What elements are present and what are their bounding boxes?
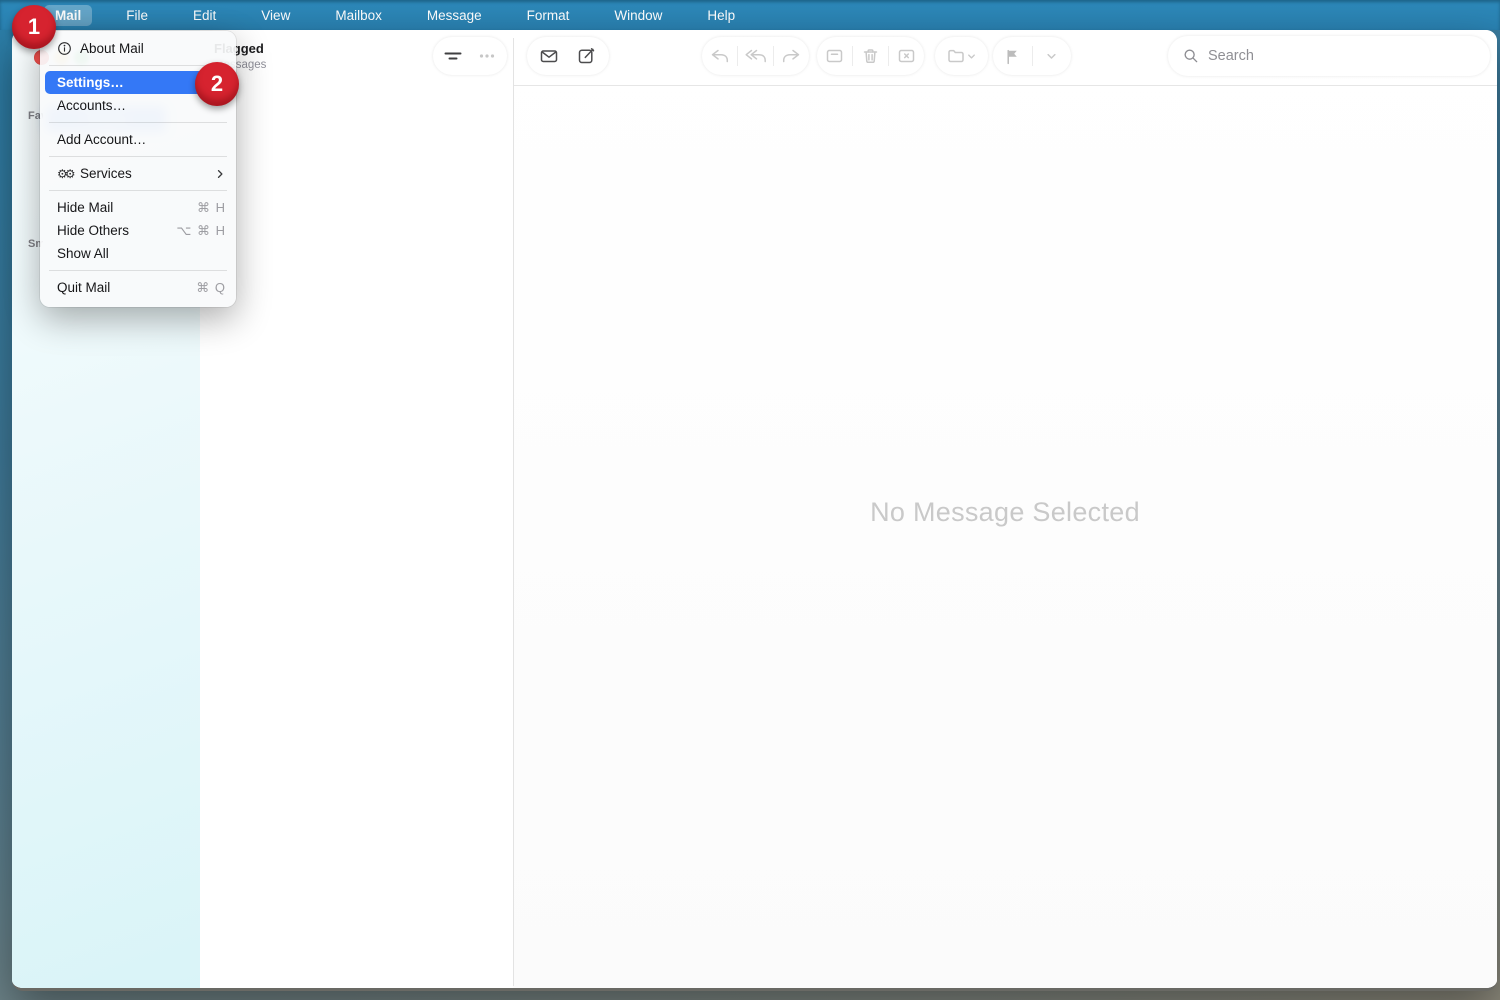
- compose-button[interactable]: [572, 41, 602, 71]
- reply-actions-group: [702, 37, 809, 75]
- menu-bar: Mail File Edit View Mailbox Message Form…: [0, 0, 1500, 30]
- flag-icon: [1003, 47, 1022, 66]
- menu-item-show-all[interactable]: Show All: [40, 242, 236, 265]
- move-to-folder-button[interactable]: [943, 41, 981, 71]
- menu-divider: [49, 122, 227, 123]
- divider: [852, 46, 853, 66]
- menu-divider: [49, 270, 227, 271]
- menu-item-quit-mail[interactable]: Quit Mail ⌘ Q: [40, 276, 236, 299]
- reply-all-button[interactable]: [741, 41, 771, 71]
- gears-icon: ⚙⚙: [57, 167, 80, 181]
- flag-button[interactable]: [997, 41, 1027, 71]
- chevron-down-icon: [966, 51, 977, 62]
- envelope-icon: [538, 46, 560, 66]
- menu-shortcut: ⌥ ⌘ H: [176, 223, 226, 239]
- menubar-item-view[interactable]: View: [250, 5, 301, 26]
- reply-all-icon: [744, 46, 767, 66]
- menu-divider: [49, 190, 227, 191]
- trash-button[interactable]: [856, 41, 886, 71]
- search-field[interactable]: [1168, 36, 1490, 76]
- flag-actions-group: [993, 37, 1071, 75]
- menubar-item-edit[interactable]: Edit: [182, 5, 227, 26]
- forward-icon: [780, 46, 803, 66]
- get-mail-button[interactable]: [534, 41, 564, 71]
- message-list-pane: [200, 30, 513, 988]
- menu-item-label: Quit Mail: [57, 280, 110, 295]
- chevron-right-icon: [214, 168, 226, 180]
- empty-state-text: No Message Selected: [870, 497, 1140, 528]
- menubar-item-help[interactable]: Help: [696, 5, 746, 26]
- step-2-badge: 2: [195, 62, 239, 106]
- mail-actions-group: [527, 37, 609, 75]
- menu-item-hide-mail[interactable]: Hide Mail ⌘ H: [40, 196, 236, 219]
- menubar-item-format[interactable]: Format: [516, 5, 581, 26]
- menu-item-label: Accounts…: [57, 98, 126, 113]
- menu-item-label: Settings…: [57, 75, 124, 90]
- divider: [773, 46, 774, 66]
- menu-item-label: Hide Others: [57, 223, 129, 238]
- reply-icon: [708, 46, 731, 66]
- divider: [737, 46, 738, 66]
- info-icon: [57, 41, 80, 56]
- forward-button[interactable]: [777, 41, 807, 71]
- menu-item-label: About Mail: [80, 41, 144, 56]
- move-actions-group: [935, 37, 988, 75]
- chevron-down-icon: [1044, 49, 1059, 64]
- more-options-button[interactable]: [472, 41, 502, 71]
- pane-divider[interactable]: [513, 38, 514, 986]
- toolbar-divider: [514, 85, 1497, 86]
- menubar-item-mailbox[interactable]: Mailbox: [324, 5, 393, 26]
- menu-item-hide-others[interactable]: Hide Others ⌥ ⌘ H: [40, 219, 236, 242]
- menubar-item-window[interactable]: Window: [603, 5, 673, 26]
- menu-item-label: Show All: [57, 246, 109, 261]
- menu-item-label: Add Account…: [57, 132, 146, 147]
- menu-item-about-mail[interactable]: About Mail: [40, 37, 236, 60]
- search-icon: [1182, 47, 1200, 65]
- divider: [888, 46, 889, 66]
- flag-options-button[interactable]: [1037, 41, 1067, 71]
- delete-actions-group: [817, 37, 924, 75]
- menu-divider: [49, 65, 227, 66]
- reply-button[interactable]: [705, 41, 735, 71]
- menu-item-label: Hide Mail: [57, 200, 113, 215]
- junk-icon: [896, 46, 917, 66]
- step-1-badge: 1: [12, 5, 56, 49]
- menu-shortcut: ⌘ Q: [196, 280, 226, 296]
- message-view-pane: No Message Selected: [513, 30, 1497, 988]
- menu-divider: [49, 156, 227, 157]
- archive-icon: [824, 46, 845, 66]
- filter-icon: [442, 46, 464, 66]
- menu-item-add-account[interactable]: Add Account…: [40, 128, 236, 151]
- menu-item-label: Services: [80, 166, 132, 181]
- menu-item-services[interactable]: ⚙⚙ Services: [40, 162, 236, 185]
- archive-button[interactable]: [820, 41, 850, 71]
- search-input[interactable]: [1208, 48, 1468, 64]
- filter-button[interactable]: [438, 41, 468, 71]
- divider: [1032, 46, 1033, 66]
- list-options-group: [433, 37, 507, 75]
- menu-shortcut: ⌘ H: [197, 200, 226, 216]
- junk-button[interactable]: [892, 41, 922, 71]
- more-icon: [477, 46, 497, 66]
- menubar-item-file[interactable]: File: [115, 5, 159, 26]
- compose-icon: [576, 46, 597, 66]
- folder-icon: [946, 46, 966, 66]
- trash-icon: [860, 46, 881, 66]
- menubar-item-message[interactable]: Message: [416, 5, 493, 26]
